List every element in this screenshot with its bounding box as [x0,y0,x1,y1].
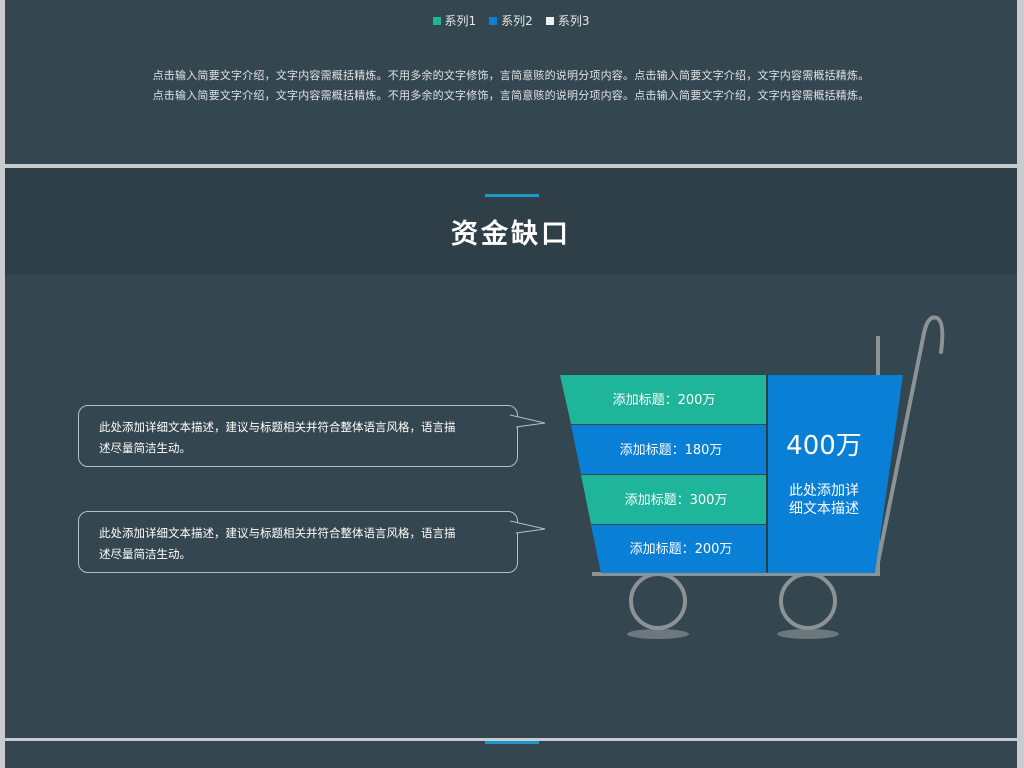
legend-label-series2: 系列2 [501,14,533,28]
legend-swatch-series3 [545,16,554,25]
bottom-accent-bar [485,741,539,744]
cart-wheel-right [779,572,837,630]
cart-row-4-label: 添加标题：200万 [630,542,733,557]
legend-swatch-series2 [489,16,498,25]
cart-total-desc-line-1: 此处添加详 [789,483,859,499]
legend-label-series1: 系列1 [444,14,477,28]
cart-wheel-shadow-right [777,629,839,639]
legend-swatch-series1 [432,16,441,25]
legend-item-series1: 系列1 [432,12,477,29]
intro-text-line-2: 点击输入简要文字介绍，文字内容需概括精炼。不用多余的文字修饰，言简意赅的说明分项… [152,89,870,102]
legend-label-series3: 系列3 [557,14,590,28]
cart-row-1-label: 添加标题：200万 [613,393,716,408]
cart-wheel-shadow-left [627,629,689,639]
legend-item-series3: 系列3 [545,12,590,29]
cart-total-desc-line-2: 细文本描述 [789,501,859,517]
cart-total-value: 400万 [786,431,862,461]
legend-item-series2: 系列2 [489,12,533,29]
bottom-slide [5,741,1017,768]
cart-row-3-label: 添加标题：300万 [625,493,728,508]
chart-legend: 系列1 系列2 系列3 [5,12,1017,29]
top-slide: 系列1 系列2 系列3 点击输入简要文字介绍，文字内容需概括精炼。不用多余的文字… [5,0,1017,164]
cart-row-2-label: 添加标题：180万 [620,443,723,458]
cart-wheel-left [629,572,687,630]
shopping-cart-graphic: 添加标题：200万 添加标题：180万 添加标题：300万 添加标题：200万 … [560,315,945,639]
intro-text-line-1: 点击输入简要文字介绍，文字内容需概括精炼。不用多余的文字修饰，言简意赅的说明分项… [152,69,870,82]
main-slide: 资金缺口 此处添加详细文本描述，建议与标题相关并符合整体语言风格，语言描 述尽量… [5,168,1017,738]
